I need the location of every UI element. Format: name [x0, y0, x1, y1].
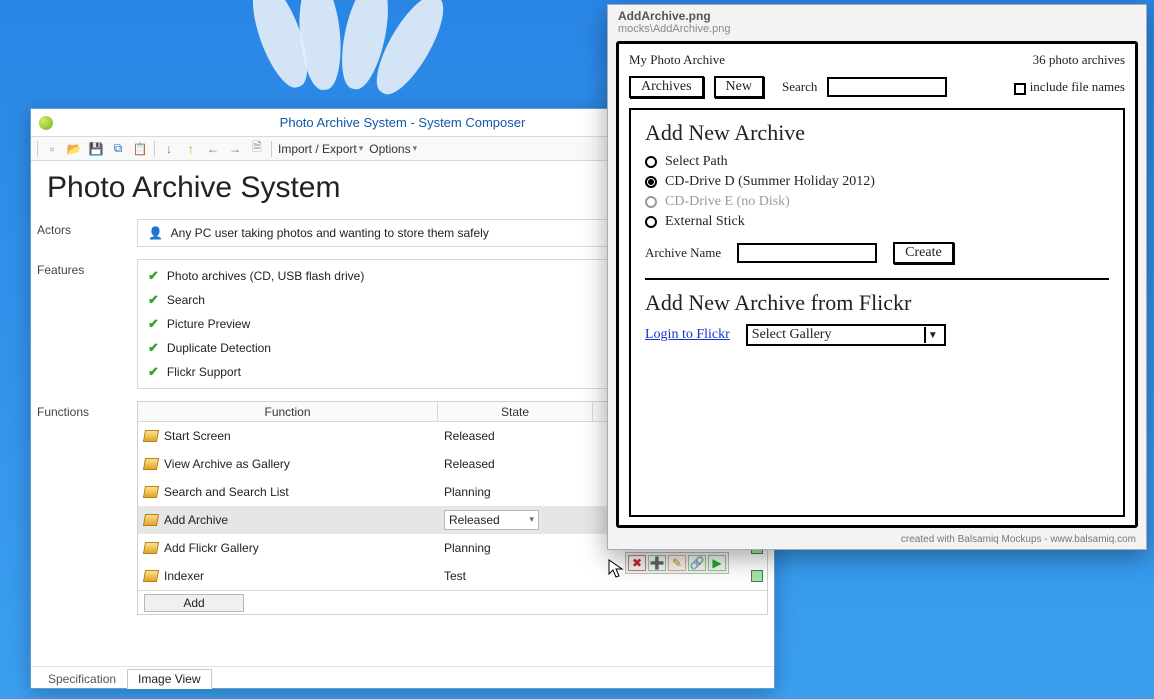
- function-icon: [143, 514, 159, 526]
- paste-icon[interactable]: 📋: [132, 141, 148, 157]
- function-icon: [143, 542, 159, 554]
- check-icon: ✔: [148, 364, 159, 380]
- check-icon: ✔: [148, 292, 159, 308]
- check-icon: ✔: [148, 340, 159, 356]
- function-name: Start Screen: [164, 429, 231, 443]
- action-add-icon[interactable]: ➕: [648, 555, 666, 571]
- tab-image-view[interactable]: Image View: [127, 669, 211, 689]
- mock-credit: created with Balsamiq Mockups - www.bals…: [608, 532, 1146, 549]
- tab-specification[interactable]: Specification: [37, 669, 127, 689]
- state-combo[interactable]: Released ▾: [444, 510, 539, 530]
- function-name: View Archive as Gallery: [164, 457, 290, 471]
- menu-options[interactable]: Options: [369, 142, 410, 156]
- mock-inner: Add New Archive Select Path CD-Drive D (…: [629, 108, 1125, 517]
- function-icon: [143, 430, 159, 442]
- function-name: Add Archive: [164, 513, 228, 527]
- login-flickr-link[interactable]: Login to Flickr: [645, 327, 730, 343]
- arrow-left-icon[interactable]: ←: [205, 141, 221, 157]
- heading-add-flickr: Add New Archive from Flickr: [645, 290, 1109, 316]
- include-checkbox[interactable]: [1014, 83, 1026, 95]
- add-button[interactable]: Add: [144, 594, 244, 612]
- function-name: Search and Search List: [164, 485, 289, 499]
- function-name: Indexer: [164, 569, 204, 583]
- row-action-strip: ✖ ➕ ✎ 🔗 ▶: [625, 552, 729, 574]
- select-gallery[interactable]: Select Gallery ▼: [746, 324, 946, 346]
- divider: [645, 278, 1109, 280]
- mockup-file-path: mocks\AddArchive.png: [618, 23, 1136, 35]
- mockup-window: AddArchive.png mocks\AddArchive.png My P…: [607, 4, 1147, 550]
- toolbar-separator: [271, 141, 272, 157]
- check-icon: ✔: [148, 316, 159, 332]
- search-label: Search: [782, 79, 817, 95]
- state-value: Planning: [444, 485, 491, 499]
- function-name: Add Flickr Gallery: [164, 541, 259, 555]
- arrow-right-icon[interactable]: →: [227, 141, 243, 157]
- toolbar-separator: [154, 141, 155, 157]
- radio-select-path[interactable]: Select Path: [645, 154, 1109, 170]
- dropdown-icon[interactable]: ▾: [413, 143, 418, 154]
- heading-add-archive: Add New Archive: [645, 120, 1109, 146]
- section-label-actors: Actors: [37, 219, 137, 237]
- copy-icon[interactable]: ⧉: [110, 141, 126, 157]
- feature-text: Search: [167, 293, 205, 307]
- chevron-down-icon: ▼: [924, 327, 940, 343]
- chevron-down-icon: ▾: [529, 514, 534, 525]
- mockup-canvas: My Photo Archive 36 photo archives Archi…: [616, 41, 1138, 528]
- radio-cd-d[interactable]: CD-Drive D (Summer Holiday 2012): [645, 174, 1109, 190]
- radio-cd-e: CD-Drive E (no Disk): [645, 194, 1109, 210]
- state-value: Released: [449, 513, 500, 527]
- archive-name-label: Archive Name: [645, 245, 721, 261]
- state-value: Released: [444, 457, 495, 471]
- feature-text: Photo archives (CD, USB flash drive): [167, 269, 364, 283]
- app-icon: [39, 116, 53, 130]
- save-icon[interactable]: 💾: [88, 141, 104, 157]
- new-button[interactable]: New: [714, 76, 764, 98]
- mockup-file-title: AddArchive.png: [618, 9, 1136, 23]
- dropdown-icon[interactable]: ▾: [359, 143, 364, 154]
- doc-icon[interactable]: 🗎: [249, 141, 265, 157]
- section-label-functions: Functions: [37, 401, 137, 419]
- feature-text: Picture Preview: [167, 317, 250, 331]
- action-link-icon[interactable]: 🔗: [688, 555, 706, 571]
- action-edit-icon[interactable]: ✎: [668, 555, 686, 571]
- toolbar-separator: [37, 141, 38, 157]
- grid-footer: Add: [138, 590, 767, 614]
- check-icon: ✔: [148, 268, 159, 284]
- search-input[interactable]: [827, 77, 947, 97]
- bottom-tabs: Specification Image View: [31, 666, 774, 688]
- function-icon: [143, 570, 159, 582]
- state-value: Planning: [444, 541, 491, 555]
- col-header-state[interactable]: State: [438, 402, 593, 421]
- radio-external[interactable]: External Stick: [645, 214, 1109, 230]
- archive-name-input[interactable]: [737, 243, 877, 263]
- select-gallery-value: Select Gallery: [752, 327, 832, 343]
- action-open-icon[interactable]: ▶: [708, 555, 726, 571]
- user-icon: 👤: [148, 226, 162, 240]
- new-icon[interactable]: ▫: [44, 141, 60, 157]
- mock-header-right: 36 photo archives: [1033, 52, 1125, 68]
- function-icon: [143, 458, 159, 470]
- archives-button[interactable]: Archives: [629, 76, 704, 98]
- open-icon[interactable]: 📂: [66, 141, 82, 157]
- include-label: include file names: [1030, 79, 1125, 95]
- actors-text: Any PC user taking photos and wanting to…: [171, 226, 489, 240]
- menu-import-export[interactable]: Import / Export: [278, 142, 357, 156]
- col-header-function[interactable]: Function: [138, 402, 438, 421]
- function-icon: [143, 486, 159, 498]
- link-button[interactable]: [751, 570, 763, 582]
- action-delete-icon[interactable]: ✖: [628, 555, 646, 571]
- section-label-features: Features: [37, 259, 137, 277]
- feature-text: Flickr Support: [167, 365, 241, 379]
- feature-text: Duplicate Detection: [167, 341, 271, 355]
- arrow-up-icon[interactable]: ↑: [183, 141, 199, 157]
- arrow-down-icon[interactable]: ↓: [161, 141, 177, 157]
- state-value: Test: [444, 569, 466, 583]
- create-button[interactable]: Create: [893, 242, 954, 264]
- mock-header-left: My Photo Archive: [629, 52, 725, 68]
- state-value: Released: [444, 429, 495, 443]
